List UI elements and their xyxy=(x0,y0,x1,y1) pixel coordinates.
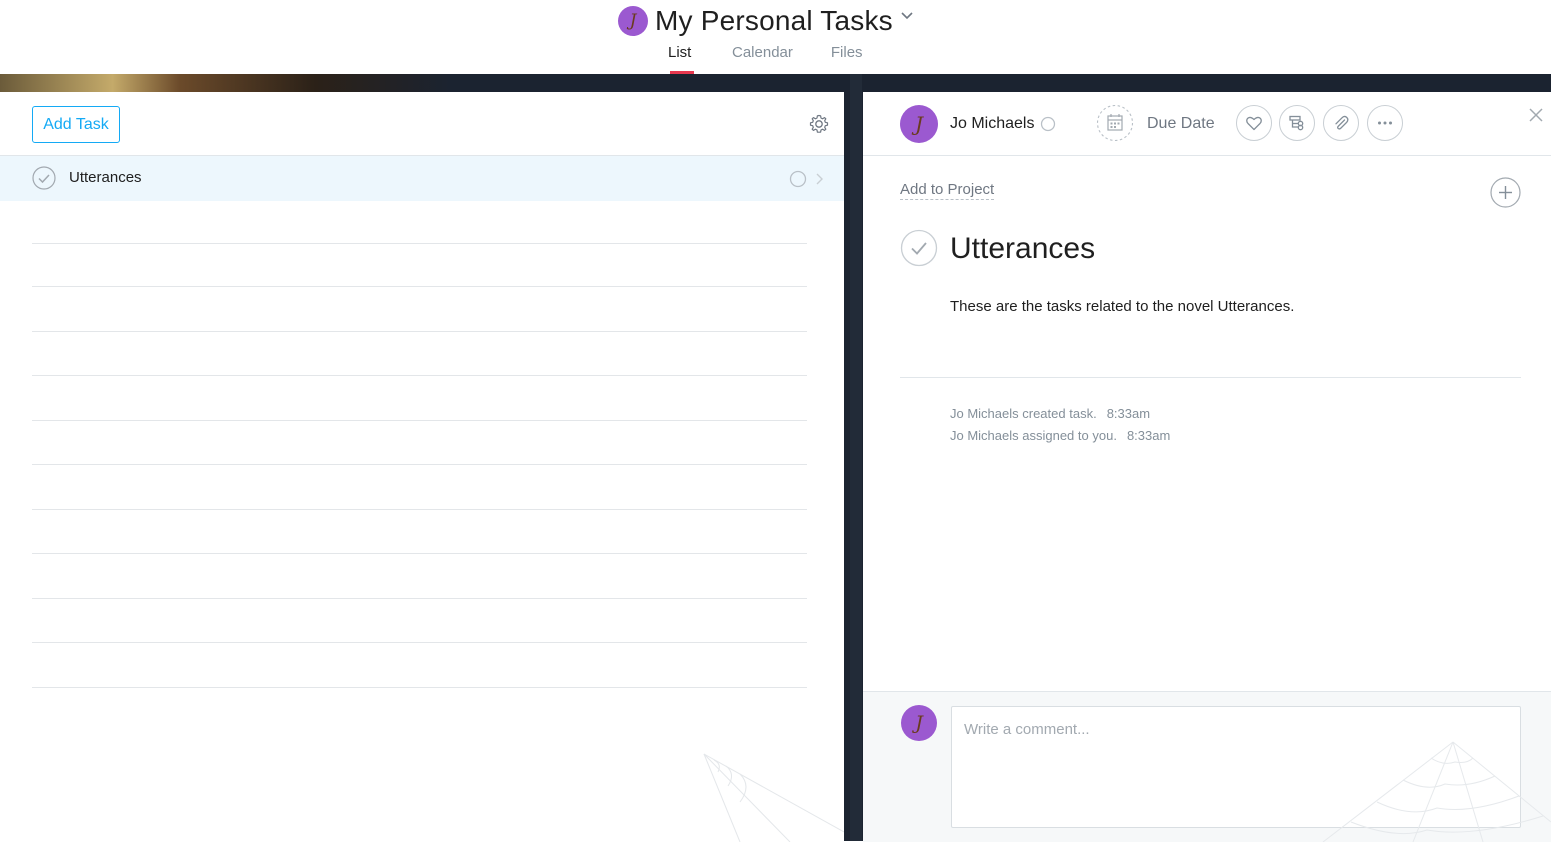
paperclip-icon xyxy=(1335,115,1349,130)
due-date-label[interactable]: Due Date xyxy=(1147,115,1215,133)
empty-row-divider xyxy=(32,464,807,465)
background-image-strip xyxy=(0,74,450,94)
story-text: Jo Michaels assigned to you. xyxy=(950,428,1117,443)
project-title[interactable]: My Personal Tasks xyxy=(655,5,893,37)
gear-icon[interactable] xyxy=(808,113,830,135)
empty-row-divider xyxy=(32,420,807,421)
spiderweb-decoration xyxy=(703,753,844,842)
divider xyxy=(863,155,1551,156)
activity-story: Jo Michaels assigned to you. 8:33am xyxy=(950,428,1170,443)
like-button[interactable] xyxy=(1236,105,1272,141)
empty-row-divider xyxy=(32,642,807,643)
plus-circle-icon[interactable] xyxy=(1490,177,1521,208)
empty-row-divider xyxy=(32,331,807,332)
chevron-right-icon[interactable] xyxy=(814,172,824,186)
tab-files[interactable]: Files xyxy=(831,44,863,74)
calendar-icon[interactable] xyxy=(1096,104,1134,142)
story-time: 8:33am xyxy=(1126,428,1171,443)
commenter-avatar: J xyxy=(901,705,937,741)
heart-icon xyxy=(1246,116,1262,131)
add-task-button[interactable]: Add Task xyxy=(32,106,120,143)
avatar-monogram: J xyxy=(629,11,637,31)
view-tabs: List Calendar Files xyxy=(668,44,863,74)
assignee-avatar[interactable]: J xyxy=(900,105,938,143)
spiderweb-decoration xyxy=(1322,741,1551,842)
task-list-pane: Add Task Utterances xyxy=(0,92,844,842)
more-actions-button[interactable] xyxy=(1367,105,1403,141)
task-row[interactable]: Utterances xyxy=(0,156,844,201)
subtask-button[interactable] xyxy=(1279,105,1315,141)
attach-button[interactable] xyxy=(1323,105,1359,141)
tab-calendar[interactable]: Calendar xyxy=(732,44,793,74)
story-time: 8:33am xyxy=(1106,406,1151,421)
empty-row-divider xyxy=(32,243,807,244)
empty-row-divider xyxy=(32,687,807,688)
chevron-down-icon[interactable] xyxy=(899,8,915,24)
tab-list[interactable]: List xyxy=(668,44,696,74)
project-avatar: J xyxy=(618,6,648,36)
divider xyxy=(900,377,1521,378)
check-circle-icon[interactable] xyxy=(32,166,56,190)
assignee-name[interactable]: Jo Michaels xyxy=(950,115,1034,133)
page-header: J My Personal Tasks List Calendar Files xyxy=(0,0,1551,74)
task-title[interactable]: Utterances xyxy=(950,232,1095,266)
empty-row-divider xyxy=(32,375,807,376)
close-icon[interactable] xyxy=(1527,106,1545,124)
task-name[interactable]: Utterances xyxy=(69,169,142,186)
empty-row-divider xyxy=(32,553,807,554)
empty-row-divider xyxy=(32,598,807,599)
complete-task-icon[interactable] xyxy=(900,229,938,267)
comment-composer: J xyxy=(863,691,1551,842)
empty-row-divider xyxy=(32,286,807,287)
avatar-monogram: J xyxy=(914,112,924,136)
project-title-group[interactable]: J My Personal Tasks xyxy=(618,3,915,39)
avatar-monogram: J xyxy=(915,712,923,734)
pane-divider xyxy=(850,74,862,841)
empty-row-divider xyxy=(32,509,807,510)
story-text: Jo Michaels created task. xyxy=(950,406,1097,421)
assignee-placeholder-icon[interactable] xyxy=(789,170,807,188)
add-to-project-link[interactable]: Add to Project xyxy=(900,181,995,200)
more-icon xyxy=(1378,121,1392,125)
task-detail-pane: J Jo Michaels Due Date Add to Project Ut… xyxy=(863,92,1551,842)
status-circle-icon xyxy=(1040,116,1056,132)
task-description[interactable]: These are the tasks related to the novel… xyxy=(950,298,1294,315)
activity-story: Jo Michaels created task. 8:33am xyxy=(950,406,1150,421)
subtask-icon xyxy=(1289,115,1304,131)
